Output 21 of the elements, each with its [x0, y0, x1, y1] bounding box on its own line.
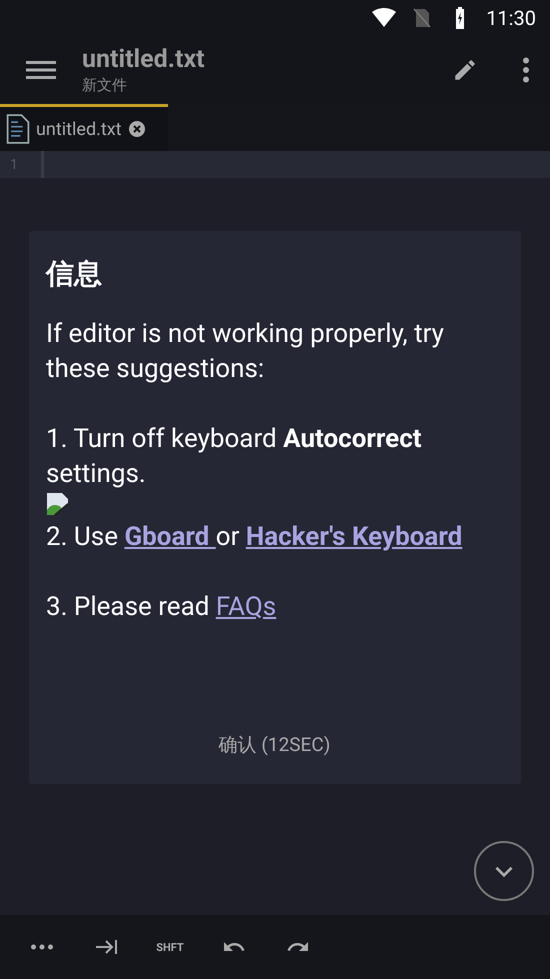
suggestion-text: 3. Please read FAQs: [46, 591, 278, 624]
shift-key[interactable]: SHFT: [138, 922, 202, 972]
clock: 11:30: [486, 6, 536, 30]
more-icon: [30, 944, 54, 950]
message-text: 1. Turn off keyboard Autocorrect settings.: [46, 423, 423, 491]
text-link[interactable]: Gboard: [124, 522, 216, 552]
suggestion-text: 2. Use Gboard or Hacker's Keyboard: [46, 521, 464, 554]
dialog-title: 信息: [46, 256, 103, 292]
message-text: If editor is not working properly, try these suggestions:: [46, 318, 445, 386]
text-link[interactable]: Hacker's Keyboard: [246, 522, 462, 552]
text-link[interactable]: FAQs: [216, 592, 276, 622]
broken-image-icon: [46, 492, 70, 516]
confirm-button[interactable]: 确认 (12SEC): [204, 724, 344, 766]
document-icon: [6, 114, 30, 144]
close-icon[interactable]: [128, 120, 146, 138]
document-subtitle: 新文件: [82, 76, 128, 95]
menu-icon[interactable]: [26, 58, 56, 82]
more-vertical-icon[interactable]: [522, 57, 530, 83]
document-title: untitled.txt: [82, 45, 206, 74]
file-tab[interactable]: untitled.txt: [0, 104, 168, 151]
tab-label: untitled.txt: [36, 118, 122, 140]
